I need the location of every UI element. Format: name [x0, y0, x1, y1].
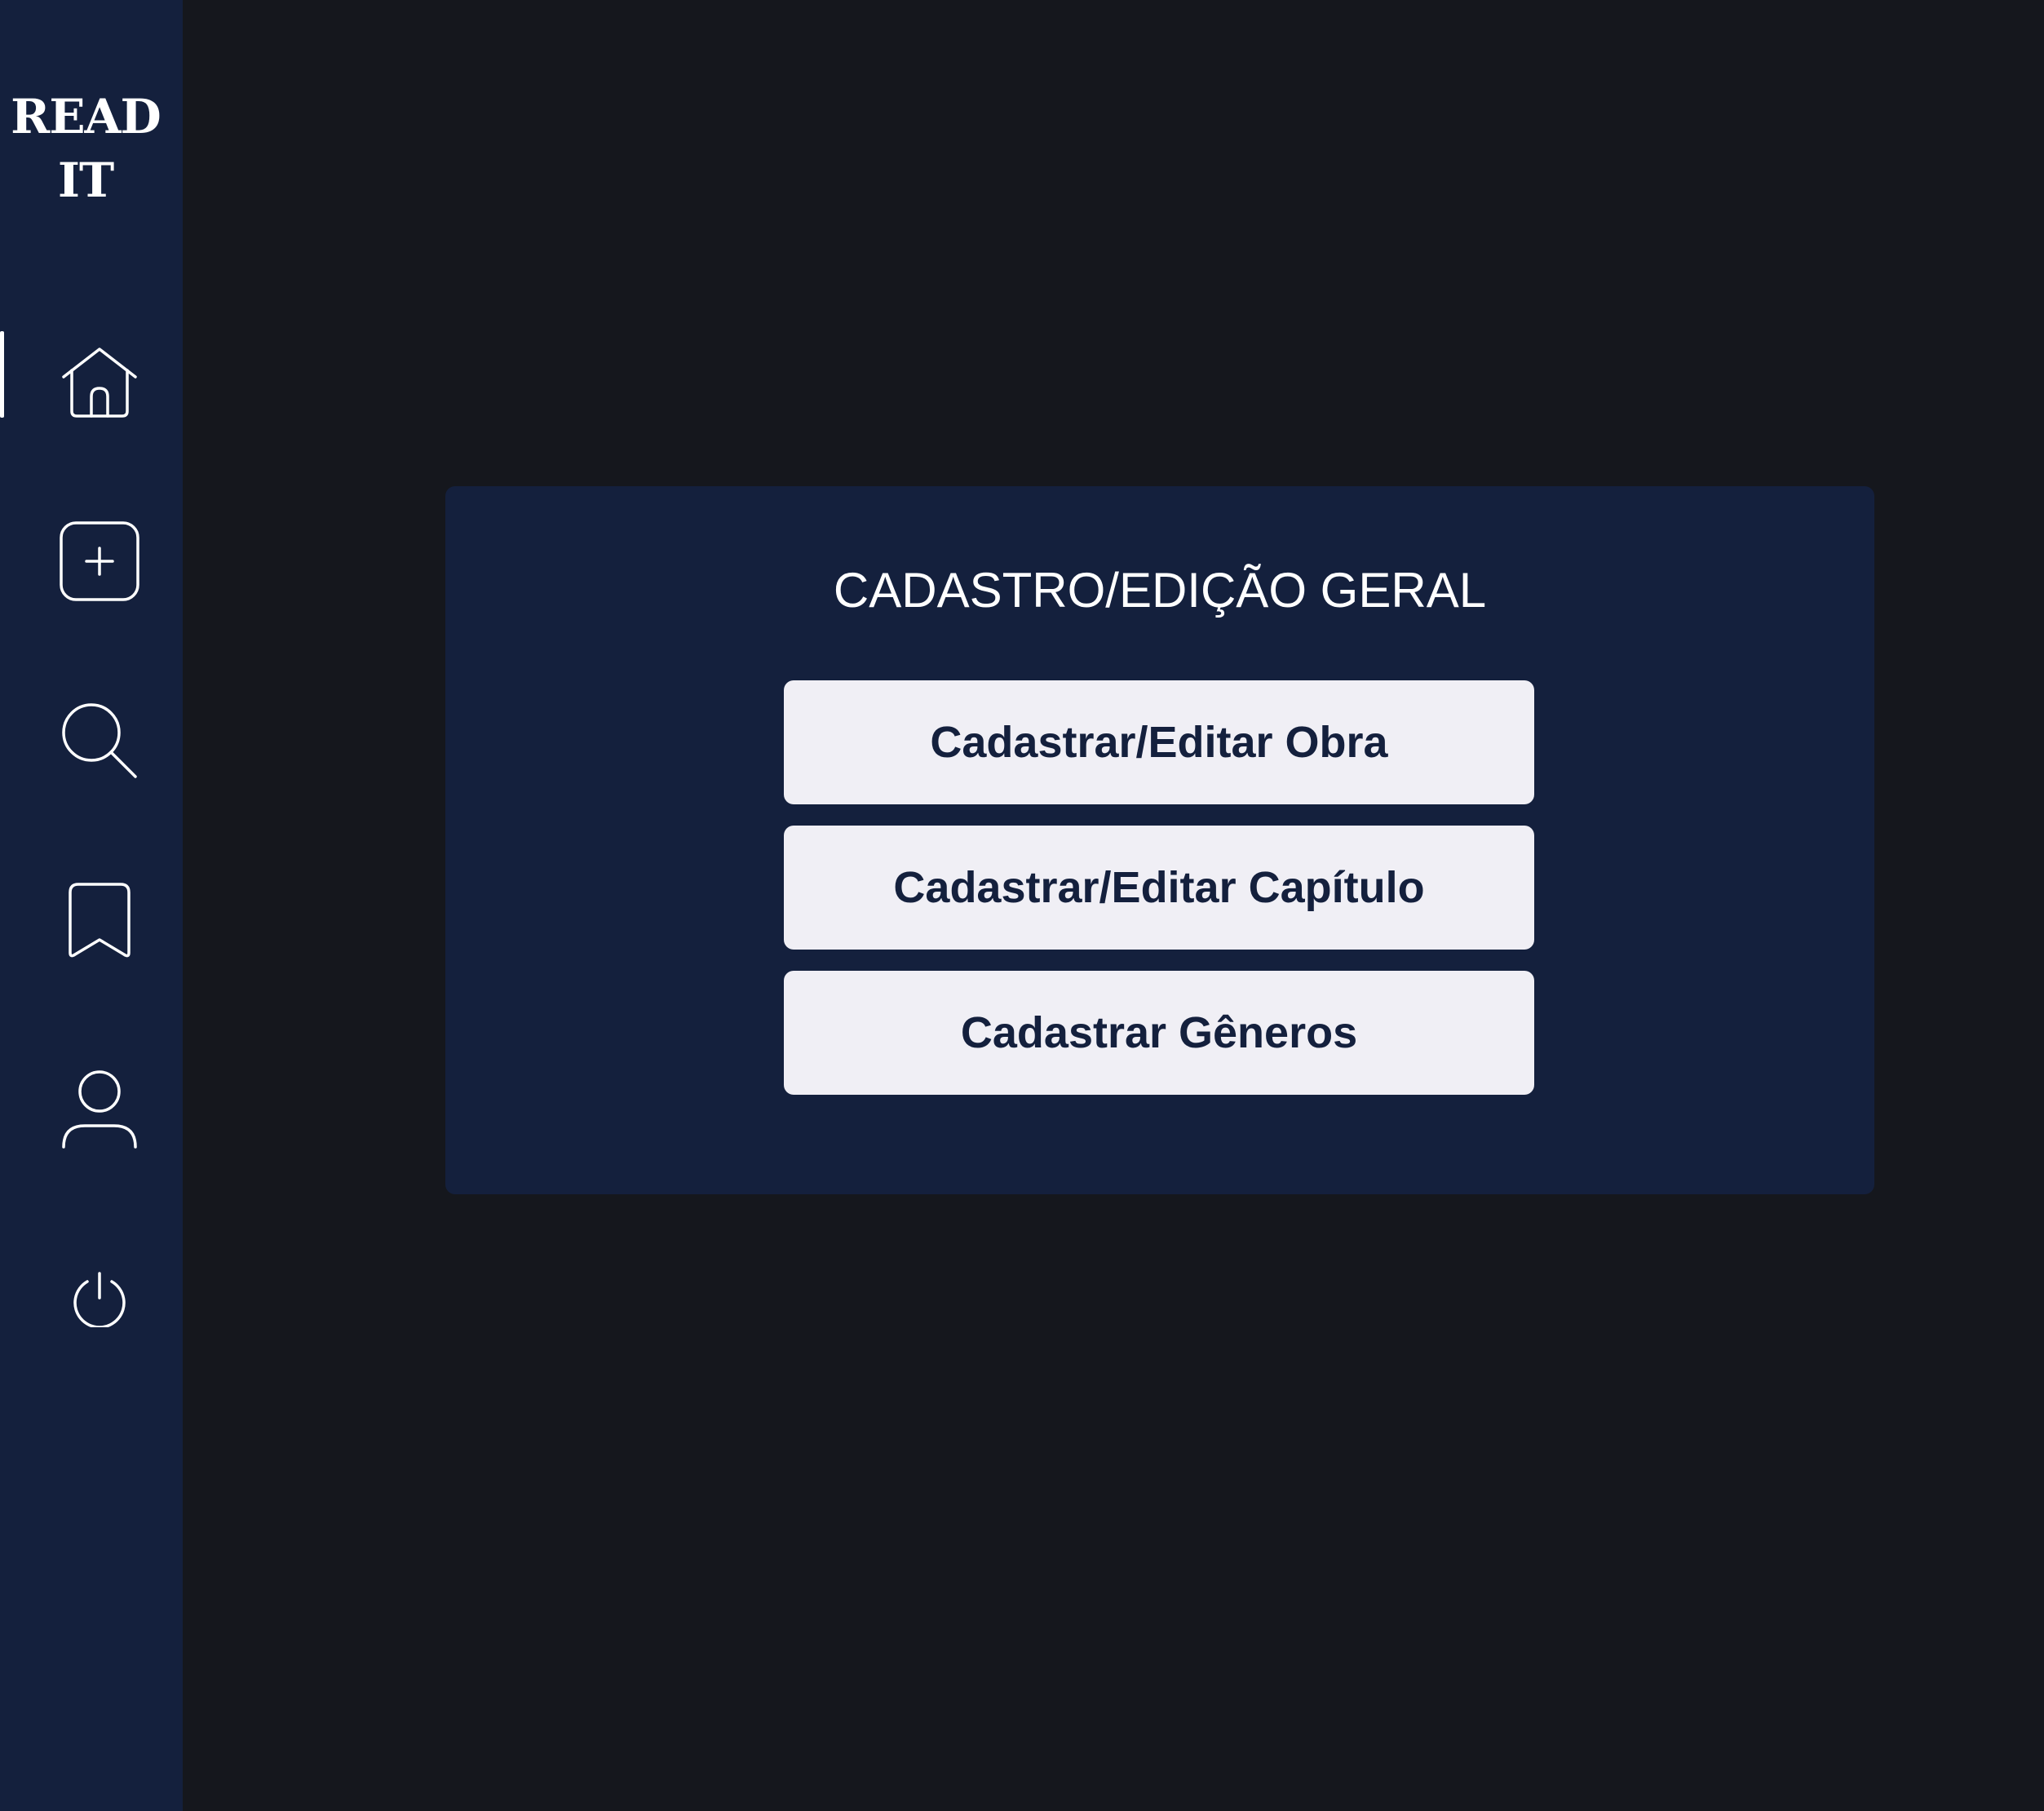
search-icon: [62, 703, 137, 778]
register-edit-chapter-button[interactable]: Cadastrar/Editar Capítulo: [784, 826, 1534, 950]
app-logo[interactable]: READ IT: [0, 85, 171, 212]
card-title: CADASTRO/EDIÇÃO GERAL: [833, 563, 1487, 618]
register-genres-button[interactable]: Cadastrar Gêneros: [784, 971, 1534, 1095]
sidebar-item-bookmarks[interactable]: [52, 873, 147, 967]
user-icon: [62, 1070, 137, 1149]
sidebar: READ IT: [0, 0, 183, 1811]
add-square-icon: [60, 521, 139, 601]
sidebar-item-profile[interactable]: [52, 1062, 147, 1157]
bookmark-icon: [69, 883, 131, 958]
register-edit-work-button[interactable]: Cadastrar/Editar Obra: [784, 680, 1534, 804]
logo-line-it: IT: [57, 153, 114, 208]
sidebar-item-search[interactable]: [52, 693, 147, 788]
sidebar-item-logout[interactable]: [52, 1251, 147, 1346]
home-icon: [62, 348, 137, 418]
main-content: CADASTRO/EDIÇÃO GERAL Cadastrar/Editar O…: [183, 0, 2044, 1811]
active-nav-indicator: [0, 331, 4, 418]
sidebar-item-add[interactable]: [52, 514, 147, 609]
power-icon: [73, 1272, 126, 1327]
general-registration-card: CADASTRO/EDIÇÃO GERAL Cadastrar/Editar O…: [445, 486, 1874, 1194]
app-window: READ IT CADASTRO/EDIÇÃO GERAL Cadastrar/…: [0, 0, 2044, 1811]
logo-line-read: READ: [11, 89, 161, 144]
sidebar-item-home[interactable]: [52, 334, 147, 429]
